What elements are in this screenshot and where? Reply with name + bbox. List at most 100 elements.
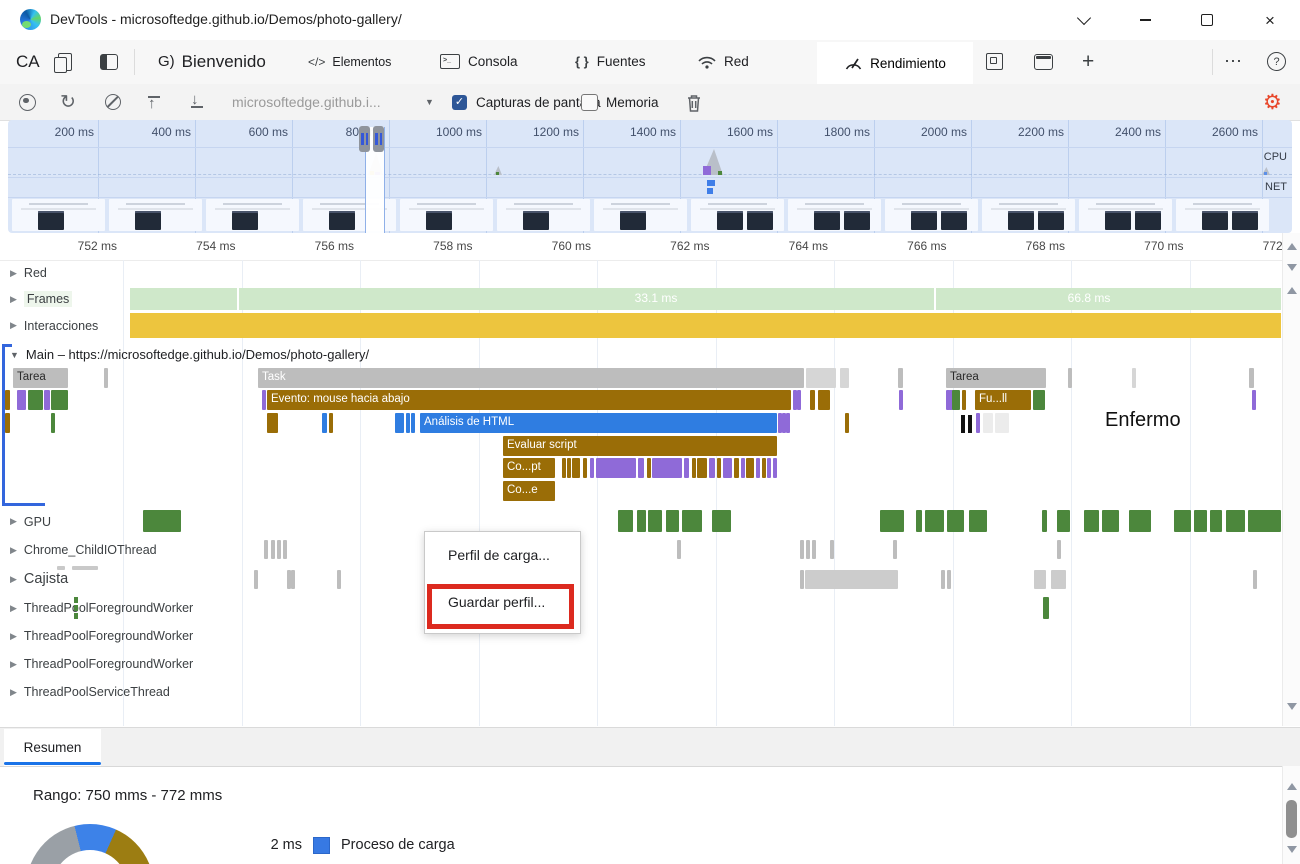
cajista-activity-bar[interactable] <box>1253 570 1257 589</box>
flame-event-bar[interactable] <box>395 413 404 433</box>
flame-event-bar[interactable] <box>596 458 636 478</box>
gpu-activity-bar[interactable] <box>1057 510 1070 532</box>
filmstrip-frame[interactable] <box>1079 199 1172 231</box>
clear-button[interactable] <box>105 84 121 120</box>
flame-event-bar[interactable] <box>684 458 689 478</box>
screenshots-checkbox[interactable]: ✓ <box>452 84 467 120</box>
flame-event-bar[interactable]: Evaluar script <box>503 436 777 456</box>
panel-layout-button[interactable] <box>100 40 118 83</box>
track-threadpool-service-thread[interactable]: ▶ ThreadPoolServiceThread <box>0 678 1283 706</box>
help-button[interactable]: ? <box>1267 40 1286 83</box>
flame-event-bar[interactable] <box>638 458 644 478</box>
flame-event-bar[interactable]: Análisis de HTML <box>420 413 777 433</box>
cajista-activity-bar[interactable] <box>291 570 295 589</box>
tab-sources[interactable]: { } Fuentes <box>575 40 646 83</box>
gpu-activity-bar[interactable] <box>1210 510 1222 532</box>
more-options-button[interactable]: ⋯ <box>1224 40 1243 83</box>
flame-event-bar[interactable] <box>322 413 327 433</box>
performance-monitor-button[interactable] <box>986 40 1003 83</box>
flame-event-bar[interactable] <box>692 458 696 478</box>
gpu-activity-bar[interactable] <box>969 510 987 532</box>
memory-checkbox[interactable] <box>581 84 598 120</box>
flame-event-bar[interactable] <box>746 458 754 478</box>
history-dropdown[interactable]: microsoftedge.github.i... <box>232 84 381 120</box>
flame-event-bar[interactable] <box>562 458 566 478</box>
tab-performance[interactable]: Rendimiento <box>817 42 973 84</box>
tpfw-activity-dash[interactable] <box>74 605 78 611</box>
gpu-activity-bar[interactable] <box>947 510 964 532</box>
filmstrip-frame[interactable] <box>1176 199 1269 231</box>
gpu-activity-bar[interactable] <box>925 510 944 532</box>
filmstrip-frame[interactable] <box>982 199 1075 231</box>
flame-event-bar[interactable] <box>17 390 26 410</box>
flame-event-bar[interactable] <box>723 458 732 478</box>
flame-event-bar[interactable] <box>762 458 766 478</box>
gpu-activity-bar[interactable] <box>1194 510 1207 532</box>
device-emulation-button[interactable] <box>54 40 72 83</box>
flame-event-bar[interactable] <box>647 458 651 478</box>
cajista-activity-bar[interactable] <box>57 566 65 570</box>
scroll-up-arrow[interactable] <box>1286 243 1297 250</box>
cajista-activity-bar[interactable] <box>805 570 898 589</box>
io-activity-tick[interactable] <box>677 540 681 559</box>
tab-welcome[interactable]: G) Bienvenido <box>158 40 266 83</box>
filmstrip-frame[interactable] <box>788 199 881 231</box>
track-interactions[interactable]: ▶ Interacciones <box>0 313 1283 338</box>
tpfw-activity-bar[interactable] <box>1043 597 1049 619</box>
io-activity-tick[interactable] <box>271 540 275 559</box>
cajista-activity-bar[interactable] <box>1034 570 1046 589</box>
tab-summary[interactable]: Resumen <box>4 729 101 766</box>
cajista-activity-bar[interactable] <box>254 570 258 589</box>
flame-event-bar[interactable]: Co...pt <box>503 458 555 478</box>
flame-event-bar[interactable]: Fu...ll <box>975 390 1031 410</box>
gpu-activity-bar[interactable] <box>1042 510 1047 532</box>
flame-event-bar[interactable] <box>741 458 745 478</box>
flame-event-bar[interactable] <box>329 413 333 433</box>
flame-event-bar[interactable] <box>767 458 771 478</box>
io-activity-tick[interactable] <box>800 540 804 559</box>
selection-handle-right[interactable] <box>373 126 384 152</box>
filmstrip-frame[interactable] <box>206 199 299 231</box>
io-activity-tick[interactable] <box>812 540 816 559</box>
tab-console[interactable]: >_ Consola <box>440 40 518 83</box>
record-button[interactable] <box>19 84 36 120</box>
flame-event-bar[interactable] <box>5 390 10 410</box>
flame-event-bar[interactable] <box>806 368 836 388</box>
gpu-activity-bar[interactable] <box>637 510 646 532</box>
garbage-collect-button[interactable] <box>686 84 702 120</box>
gpu-activity-bar[interactable] <box>648 510 662 532</box>
flame-event-bar[interactable] <box>976 413 980 433</box>
gpu-activity-bar[interactable] <box>712 510 731 532</box>
close-button[interactable]: × <box>1255 8 1285 32</box>
scroll-down-arrow[interactable] <box>1286 264 1297 271</box>
io-activity-tick[interactable] <box>277 540 281 559</box>
load-profile-button[interactable]: ↑ <box>148 84 160 120</box>
flame-event-bar[interactable] <box>1132 368 1136 388</box>
flame-event-bar[interactable] <box>773 458 777 478</box>
filmstrip-frame[interactable] <box>497 199 590 231</box>
cajista-activity-bar[interactable] <box>337 570 341 589</box>
flame-event-bar[interactable] <box>590 458 594 478</box>
flame-event-bar[interactable] <box>983 413 993 433</box>
add-panel-button[interactable]: + <box>1082 40 1094 83</box>
io-activity-tick[interactable] <box>893 540 897 559</box>
flame-event-bar[interactable] <box>1252 390 1256 410</box>
scroll-up-arrow[interactable] <box>1286 287 1297 294</box>
timeline-overview[interactable]: 200 ms400 ms600 ms800 ms1000 ms1200 ms14… <box>8 120 1292 233</box>
cajista-activity-bar[interactable] <box>1051 570 1066 589</box>
minimize-button[interactable] <box>1130 8 1160 32</box>
flame-event-bar[interactable] <box>652 458 682 478</box>
flame-event-bar[interactable] <box>28 390 43 410</box>
flame-event-bar[interactable] <box>899 390 903 410</box>
flame-event-bar[interactable] <box>104 368 108 388</box>
filmstrip-frame[interactable] <box>109 199 202 231</box>
io-activity-tick[interactable] <box>283 540 287 559</box>
flame-event-bar[interactable] <box>1033 390 1045 410</box>
scroll-up-arrow[interactable] <box>1286 783 1297 790</box>
flame-event-bar[interactable] <box>583 458 587 478</box>
io-activity-tick[interactable] <box>830 540 834 559</box>
settings-gear-button[interactable]: ⚙ <box>1263 84 1282 120</box>
filmstrip-frame[interactable] <box>691 199 784 231</box>
selection-handle-left[interactable] <box>359 126 370 152</box>
flame-event-bar[interactable] <box>797 390 801 410</box>
